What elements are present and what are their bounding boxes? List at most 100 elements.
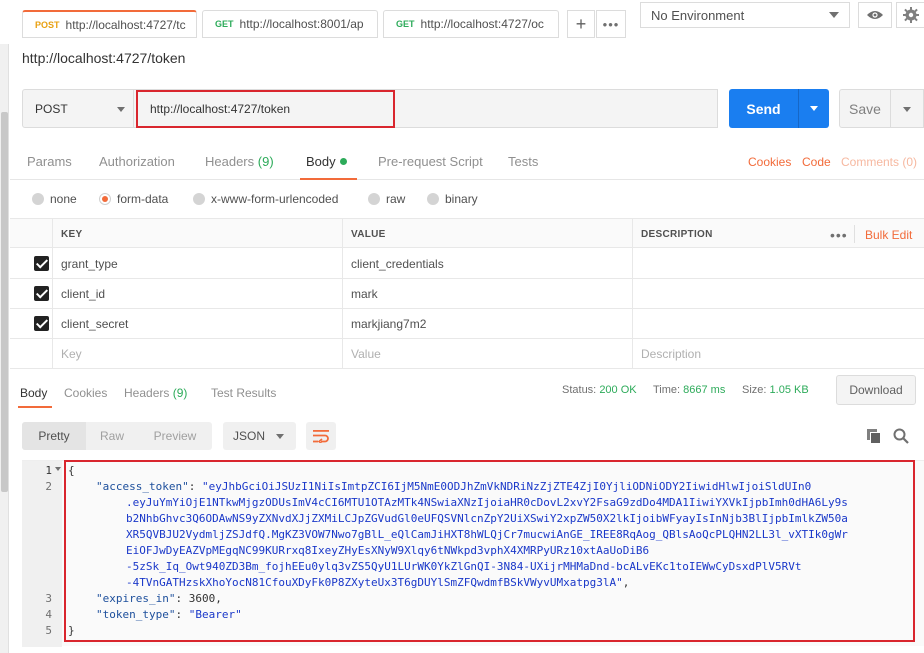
response-headers-count: (9) [172, 386, 188, 400]
table-header-row: KEY VALUE DESCRIPTION ••• Bulk Edit [10, 218, 924, 249]
view-raw-button[interactable]: Raw [86, 422, 138, 450]
environment-select[interactable]: No Environment [640, 2, 850, 28]
request-tab-1[interactable]: POST http://localhost:4727/tc [22, 10, 197, 38]
wrap-lines-icon [313, 430, 329, 443]
tab-tests[interactable]: Tests [508, 154, 538, 169]
line-number: 4 [45, 608, 52, 621]
chevron-down-icon [810, 106, 818, 111]
line-number: 5 [45, 624, 52, 637]
fold-arrow-icon[interactable] [55, 467, 61, 471]
tab-headers-count: (9) [257, 154, 274, 169]
new-key-input[interactable]: Key [52, 339, 342, 369]
table-options-button[interactable]: ••• [830, 227, 848, 243]
settings-button[interactable] [896, 2, 924, 28]
row-enable-checkbox[interactable] [34, 256, 49, 271]
format-label: JSON [233, 429, 266, 443]
comments-link[interactable]: Comments (0) [841, 155, 917, 169]
tab-headers-label: Headers [205, 154, 255, 169]
response-highlight-box [64, 460, 915, 642]
search-button[interactable] [893, 428, 909, 447]
response-tab-body[interactable]: Body [20, 386, 47, 400]
response-tab-test-results[interactable]: Test Results [211, 386, 276, 400]
request-tab-3[interactable]: GET http://localhost:4727/oc [383, 10, 559, 38]
tab-more-button[interactable]: ••• [596, 10, 626, 38]
format-select[interactable]: JSON [223, 422, 296, 450]
save-button[interactable]: Save [839, 89, 891, 128]
wrap-lines-button[interactable] [306, 422, 336, 450]
tab-url: http://localhost:4727/tc [65, 17, 186, 32]
view-pretty-button[interactable]: Pretty [22, 422, 86, 450]
radio-none[interactable]: none [32, 192, 77, 206]
chevron-down-icon [276, 434, 284, 439]
tab-url: http://localhost:4727/oc [420, 17, 544, 31]
request-tab-2[interactable]: GET http://localhost:8001/ap [202, 10, 378, 38]
tab-method: POST [35, 19, 60, 30]
gear-icon [903, 7, 919, 23]
row-value[interactable]: mark [342, 279, 632, 309]
bulk-edit-link[interactable]: Bulk Edit [865, 228, 912, 242]
tab-body[interactable]: Body [306, 154, 347, 169]
window-scrollbar[interactable] [0, 40, 9, 653]
row-key[interactable]: client_id [52, 279, 342, 309]
body-indicator-dot [339, 158, 347, 165]
scrollbar-thumb[interactable] [1, 112, 8, 492]
response-time: Time: 8667 ms [653, 384, 725, 396]
tab-body-label: Body [306, 154, 336, 169]
row-key[interactable]: grant_type [52, 249, 342, 279]
cookies-link[interactable]: Cookies [748, 155, 791, 169]
new-description-input[interactable]: Description [632, 339, 924, 369]
row-enable-checkbox[interactable] [34, 316, 49, 331]
active-response-tab-underline [18, 406, 52, 408]
method-label: POST [35, 101, 68, 116]
radio-label: binary [445, 192, 478, 206]
form-data-table: KEY VALUE DESCRIPTION ••• Bulk Edit gran… [10, 218, 924, 370]
tab-authorization[interactable]: Authorization [99, 154, 175, 169]
time-value: 8667 ms [683, 384, 726, 396]
response-size: Size: 1.05 KB [742, 384, 809, 396]
size-label: Size: [742, 384, 767, 396]
table-row-new: Key Value Description [10, 339, 924, 369]
download-button[interactable]: Download [836, 375, 916, 405]
status-label: Status: [562, 384, 597, 396]
send-options-button[interactable] [798, 89, 829, 128]
radio-circle [193, 193, 205, 205]
line-number: 2 [45, 480, 52, 493]
tab-pre-request-script[interactable]: Pre-request Script [378, 154, 483, 169]
tab-params[interactable]: Params [27, 154, 72, 169]
method-select[interactable]: POST [22, 89, 134, 128]
view-mode-group: Pretty Raw Preview [22, 422, 212, 450]
row-description[interactable] [632, 279, 924, 309]
view-preview-button[interactable]: Preview [138, 422, 212, 450]
save-options-button[interactable] [891, 89, 924, 128]
row-key[interactable]: client_secret [52, 309, 342, 339]
response-tab-headers[interactable]: Headers (9) [124, 386, 187, 400]
time-label: Time: [653, 384, 681, 396]
radio-label: x-www-form-urlencoded [211, 192, 339, 206]
environment-quick-look-button[interactable] [858, 2, 892, 28]
tab-method: GET [215, 19, 234, 29]
radio-x-www-form-urlencoded[interactable]: x-www-form-urlencoded [193, 192, 338, 206]
url-input[interactable]: http://localhost:4727/token [136, 90, 395, 128]
row-value[interactable]: client_credentials [342, 249, 632, 279]
new-value-input[interactable]: Value [342, 339, 632, 369]
response-status: Status: 200 OK [562, 384, 637, 396]
header-value: VALUE [342, 219, 632, 249]
copy-button[interactable] [866, 428, 882, 447]
row-description[interactable] [632, 249, 924, 279]
code-link[interactable]: Code [802, 155, 831, 169]
radio-raw[interactable]: raw [368, 192, 405, 206]
send-button[interactable]: Send [729, 89, 798, 128]
row-value[interactable]: markjiang7m2 [342, 309, 632, 339]
divider [854, 225, 855, 243]
row-enable-checkbox[interactable] [34, 286, 49, 301]
row-description[interactable] [632, 309, 924, 339]
tab-bar: POST http://localhost:4727/tc GET http:/… [0, 0, 924, 44]
new-tab-button[interactable]: + [567, 10, 595, 38]
radio-label: form-data [117, 192, 169, 206]
tab-method: GET [396, 19, 415, 29]
line-number-gutter: 1 2 3 4 5 [22, 461, 62, 647]
response-tab-cookies[interactable]: Cookies [64, 386, 107, 400]
radio-binary[interactable]: binary [427, 192, 478, 206]
tab-headers[interactable]: Headers (9) [205, 154, 274, 169]
radio-form-data[interactable]: form-data [99, 192, 168, 206]
